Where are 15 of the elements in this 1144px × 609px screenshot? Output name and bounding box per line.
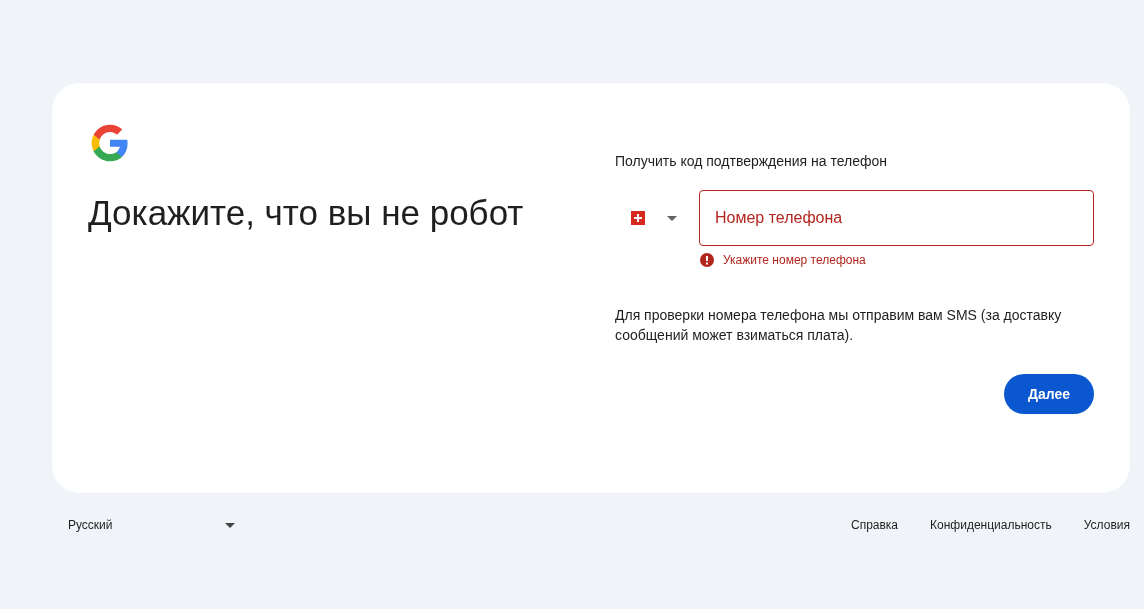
footer-link[interactable]: Справка <box>850 518 899 532</box>
flag-icon <box>631 211 645 225</box>
next-button[interactable]: Далее <box>1003 374 1094 414</box>
caret-icon <box>225 522 235 528</box>
page-title: Докажите, что вы не робот <box>88 193 525 233</box>
error-message: Укажите номер телефона <box>723 253 866 267</box>
error-icon <box>700 253 714 267</box>
phone-prompt: Получить код подтверждения на телефон <box>615 153 889 169</box>
footer-link[interactable]: Условия <box>1083 518 1130 532</box>
info-text: Для проверки номера телефона мы отправим вам SMS (за доставку сообщений может взиматься плата). <box>615 306 1063 345</box>
caret-icon <box>667 215 677 221</box>
logo-icon <box>90 123 130 163</box>
footer-link[interactable]: Конфиденциальность <box>930 518 1052 532</box>
language-selector[interactable]: Русский <box>68 518 235 532</box>
phone-field[interactable]: Номер телефона <box>699 190 1094 246</box>
